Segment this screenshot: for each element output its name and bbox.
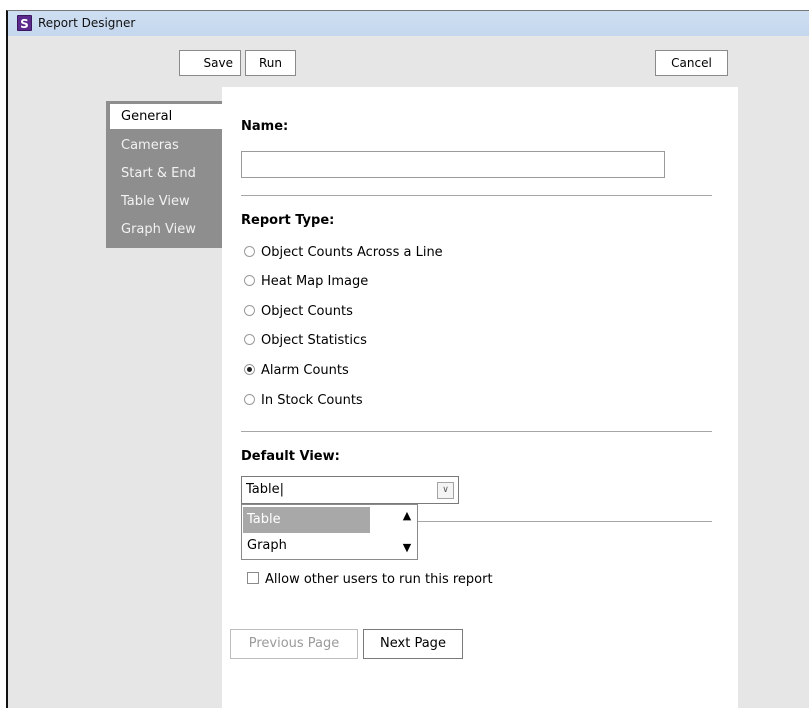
allow-others-label: Allow other users to run this report (265, 572, 493, 587)
dropdown-option-graph[interactable]: Graph (243, 533, 370, 559)
name-field[interactable] (241, 151, 665, 178)
window-title: Report Designer (38, 16, 136, 30)
divider (241, 195, 712, 196)
radio-button[interactable] (244, 246, 255, 257)
report-designer-app-icon: S (17, 15, 32, 31)
sidebar-item-general[interactable]: General (110, 104, 230, 129)
sidebar-item-table-view[interactable]: Table View (106, 188, 230, 216)
radio-button[interactable] (244, 275, 255, 286)
default-view-dropdown-list: Table Graph ▲ ▼ (241, 504, 418, 560)
sidebar-item-start-end[interactable]: Start & End (106, 160, 230, 188)
allow-others-checkbox[interactable] (247, 572, 259, 584)
scroll-up-icon[interactable]: ▲ (400, 509, 414, 523)
allow-others-option[interactable]: Allow other users to run this report (247, 570, 493, 590)
general-settings-panel: Name: Report Type: Object Counts Across … (222, 87, 738, 718)
previous-page-button[interactable]: Previous Page (230, 629, 358, 659)
report-type-option-label: In Stock Counts (261, 393, 363, 408)
dropdown-scrollbar[interactable]: ▲ ▼ (397, 505, 417, 559)
title-bar: S Report Designer (8, 11, 809, 36)
report-type-option-label: Heat Map Image (261, 274, 369, 289)
report-type-option-label: Object Counts Across a Line (261, 245, 443, 260)
report-type-option[interactable]: In Stock Counts (244, 391, 363, 411)
run-button[interactable]: Run (245, 50, 296, 76)
cancel-button[interactable]: Cancel (655, 50, 728, 76)
radio-button[interactable] (244, 334, 255, 345)
report-type-option-label: Object Statistics (261, 333, 367, 348)
save-button[interactable]: Save (179, 50, 241, 76)
name-label: Name: (241, 119, 289, 134)
divider (418, 521, 712, 522)
radio-button[interactable] (244, 305, 255, 316)
report-type-option-label: Object Counts (261, 304, 353, 319)
report-type-label: Report Type: (241, 213, 335, 228)
scroll-down-icon[interactable]: ▼ (400, 541, 414, 555)
report-type-option[interactable]: Object Counts (244, 302, 353, 322)
report-type-option[interactable]: Heat Map Image (244, 272, 368, 292)
chevron-down-icon[interactable]: ∨ (437, 482, 454, 499)
radio-button-selected[interactable] (244, 364, 255, 375)
radio-button[interactable] (244, 394, 255, 405)
report-type-option-label: Alarm Counts (261, 363, 349, 378)
report-type-option[interactable]: Alarm Counts (244, 361, 349, 381)
divider (241, 431, 712, 432)
sidebar-item-cameras[interactable]: Cameras (106, 132, 230, 160)
default-view-select[interactable]: Table| ∨ (241, 476, 459, 504)
dropdown-option-table[interactable]: Table (243, 507, 370, 533)
report-type-option[interactable]: Object Statistics (244, 331, 367, 351)
side-navigation: General Cameras Start & End Table View G… (106, 101, 230, 248)
next-page-button[interactable]: Next Page (363, 629, 463, 659)
default-view-label: Default View: (241, 449, 340, 464)
default-view-value: Table| (246, 482, 284, 497)
report-designer-window: S Report Designer Save Run Cancel Genera… (6, 10, 809, 718)
report-type-option[interactable]: Object Counts Across a Line (244, 243, 443, 263)
sidebar-item-graph-view[interactable]: Graph View (106, 216, 230, 244)
